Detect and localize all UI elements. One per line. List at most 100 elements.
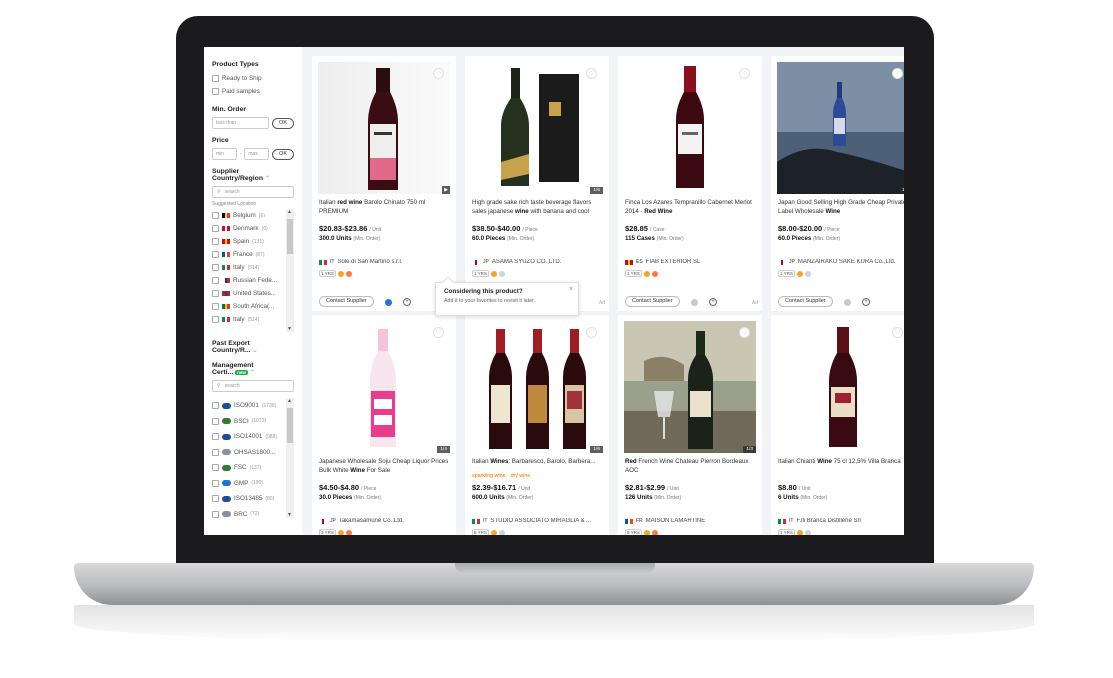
country-filter-item[interactable]: Belgium (6) — [212, 209, 294, 222]
cert-search-input[interactable]: ⚲ search — [212, 380, 294, 392]
product-card[interactable]: ♡ 1/6 High grade sake rich taste beverag… — [465, 56, 609, 311]
supplier-row[interactable]: IT STUDIO ASSOCIATO MIRAGLIA & ... — [472, 518, 606, 524]
checkbox[interactable] — [212, 212, 219, 219]
chat-icon[interactable] — [691, 298, 698, 306]
plus-icon[interactable]: + — [403, 298, 411, 306]
supplier-name[interactable]: F.lli Branca Distillerie Srl — [796, 518, 860, 524]
supplier-row[interactable]: FR MAISON LAMARTINE — [625, 518, 759, 524]
product-image[interactable]: ♡ ▶ — [318, 62, 450, 194]
certification-filter-item[interactable]: GMP (190) — [212, 476, 294, 492]
supplier-name[interactable]: MANZAIRAKU SAKE KURA Co.,Ltd. — [798, 259, 896, 265]
product-title[interactable]: Italian red wine Barolo Chinato 750 ml P… — [319, 199, 453, 216]
scroll-up-icon[interactable]: ▲ — [287, 398, 292, 404]
scroll-thumb[interactable] — [287, 408, 293, 443]
product-image[interactable]: ♡ 1/3 — [624, 321, 756, 453]
supplier-name[interactable]: STUDIO ASSOCIATO MIRAGLIA & ... — [490, 518, 591, 524]
chat-icon[interactable] — [844, 298, 851, 306]
heart-icon[interactable]: ♡ — [433, 68, 444, 79]
min-order-ok-button[interactable]: OK — [272, 117, 294, 129]
country-list[interactable]: Belgium (6) Denmark (6) Spain (131) France(… — [212, 209, 294, 332]
ready-to-ship-filter[interactable]: Ready to Ship — [212, 72, 294, 85]
scroll-down-icon[interactable]: ▼ — [287, 326, 292, 332]
plus-icon[interactable]: + — [862, 298, 870, 306]
country-filter-item[interactable]: Italy (514) — [212, 313, 294, 326]
min-order-input[interactable]: less than — [212, 117, 269, 129]
supplier-row[interactable]: IT F.lli Branca Distillerie Srl — [778, 518, 904, 524]
product-card[interactable]: ♡ 1/6 Italian Wines: Barbaresco, Barolo,… — [465, 315, 609, 535]
price-min-input[interactable]: min — [212, 148, 237, 160]
checkbox[interactable] — [212, 277, 219, 284]
supplier-name[interactable]: Takamasamune Co.,Ltd. — [339, 518, 404, 524]
certification-filter-item[interactable]: BSCI (1073) — [212, 414, 294, 430]
chat-icon[interactable] — [385, 298, 392, 306]
close-icon[interactable]: × — [569, 286, 573, 293]
past-export-heading[interactable]: Past Export Country/R... ⌄ — [212, 340, 294, 354]
country-filter-item[interactable]: Spain (131) — [212, 235, 294, 248]
heart-icon[interactable]: ♡ — [586, 68, 597, 79]
product-image[interactable]: ♡ — [624, 62, 756, 194]
play-icon[interactable]: ▶ — [442, 186, 450, 194]
scroll-down-icon[interactable]: ▼ — [287, 512, 292, 518]
country-search-input[interactable]: ⚲ search — [212, 186, 294, 198]
supplier-row[interactable]: ES FIAB EXTERIOR SL — [625, 259, 759, 265]
product-title[interactable]: High grade sake rich taste beverage flav… — [472, 199, 606, 216]
product-tag[interactable]: sparkling wine — [472, 473, 506, 479]
checkbox[interactable] — [212, 417, 219, 425]
product-image[interactable]: ♡ 1/ — [777, 62, 904, 194]
plus-icon[interactable]: + — [709, 298, 717, 306]
country-filter-item[interactable]: Russian Fede... — [212, 274, 294, 287]
country-filter-item[interactable]: France (87) — [212, 248, 294, 261]
certification-filter-item[interactable]: OHSAS1800... — [212, 445, 294, 461]
product-card[interactable]: ♡ 1/3 Red French Wine Chateau Pierron Bo… — [618, 315, 762, 535]
product-image[interactable]: ♡ 1/6 — [471, 62, 603, 194]
product-title[interactable]: Japanese Wholesale Soju Cheap Liquor Pri… — [319, 458, 453, 475]
checkbox[interactable] — [212, 510, 219, 518]
supplier-name[interactable]: MAISON LAMARTINE — [646, 518, 706, 524]
checkbox[interactable] — [212, 303, 219, 310]
checkbox[interactable] — [212, 402, 219, 410]
heart-icon[interactable]: ♡ — [586, 327, 597, 338]
supplier-country-heading[interactable]: Supplier Country/Region ⌃ — [212, 168, 294, 182]
checkbox[interactable] — [212, 238, 219, 245]
checkbox[interactable] — [212, 88, 219, 95]
country-filter-item[interactable]: Italy (514) — [212, 261, 294, 274]
country-filter-item[interactable]: United States... — [212, 287, 294, 300]
cert-scrollbar[interactable]: ▲ ▼ — [286, 398, 294, 518]
scroll-up-icon[interactable]: ▲ — [287, 209, 292, 215]
product-tag[interactable]: dry wine — [511, 473, 531, 479]
product-card[interactable]: ♡ Italian Chianti Wine 75 cl 12,5% Villa… — [771, 315, 904, 535]
product-card[interactable]: ♡ 1/ Japan Good Selling High Grade Cheap… — [771, 56, 904, 311]
product-image[interactable]: ♡ 1/4 — [318, 321, 450, 453]
supplier-row[interactable]: JP MANZAIRAKU SAKE KURA Co.,Ltd. — [778, 259, 904, 265]
product-card[interactable]: ♡ Finca Los Azares Tempranillo Cabernet … — [618, 56, 762, 311]
product-image[interactable]: ♡ 1/6 — [471, 321, 603, 453]
heart-icon[interactable]: ♡ — [433, 327, 444, 338]
heart-icon[interactable]: ♡ — [892, 327, 903, 338]
management-cert-heading[interactable]: Management Certi... new ⌃ — [212, 362, 294, 376]
certification-filter-item[interactable]: FSC (137) — [212, 460, 294, 476]
certification-filter-item[interactable]: ISO13485 (80) — [212, 491, 294, 507]
checkbox[interactable] — [212, 251, 219, 258]
product-card[interactable]: ♡ ▶ Italian red wine Barolo Chinato 750 … — [312, 56, 456, 311]
contact-supplier-button[interactable]: Contact Supplier — [319, 296, 374, 307]
product-title[interactable]: Japan Good Selling High Grade Cheap Priv… — [778, 199, 904, 216]
country-scrollbar[interactable]: ▲ ▼ — [286, 209, 294, 332]
certification-filter-item[interactable]: BRC (72) — [212, 507, 294, 519]
country-filter-item[interactable]: Denmark (6) — [212, 222, 294, 235]
product-title[interactable]: Finca Los Azares Tempranillo Cabernet Me… — [625, 199, 759, 216]
checkbox[interactable] — [212, 264, 219, 271]
supplier-name[interactable]: ASAMA SYUZO CO.,LTD. — [492, 259, 562, 265]
price-ok-button[interactable]: OK — [272, 148, 294, 160]
checkbox[interactable] — [212, 448, 219, 456]
certification-filter-item[interactable]: ISO9001 (1736) — [212, 398, 294, 414]
country-filter-item[interactable]: South Africa(... — [212, 300, 294, 313]
supplier-row[interactable]: JP ASAMA SYUZO CO.,LTD. — [472, 259, 606, 265]
checkbox[interactable] — [212, 316, 219, 323]
certification-filter-item[interactable]: ISO14001 (988) — [212, 429, 294, 445]
product-image[interactable]: ♡ — [777, 321, 904, 453]
checkbox[interactable] — [212, 225, 219, 232]
checkbox[interactable] — [212, 433, 219, 441]
heart-icon[interactable]: ♡ — [739, 68, 750, 79]
product-title[interactable]: Italian Chianti Wine 75 cl 12,5% Villa B… — [778, 458, 904, 475]
paid-samples-filter[interactable]: Paid samples — [212, 85, 294, 98]
